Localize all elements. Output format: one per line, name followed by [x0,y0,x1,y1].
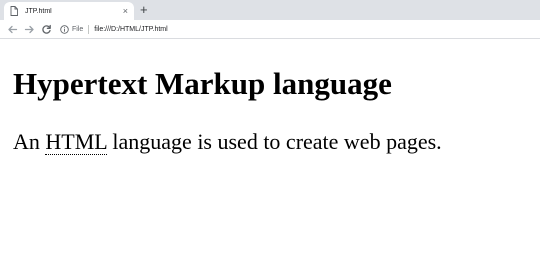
omnibox-divider [88,24,90,34]
reload-button[interactable] [38,21,55,38]
browser-toolbar: File file:///D:/HTML/JTP.html [0,20,540,39]
paragraph-text-after: language is used to create web pages. [106,129,442,154]
page-content: Hypertext Markup language An HTML langua… [0,40,540,265]
tab-title: JTP.html [25,7,52,15]
page-paragraph: An HTML language is used to create web p… [13,129,442,155]
new-tab-button[interactable]: + [140,3,148,17]
address-bar[interactable]: File file:///D:/HTML/JTP.html [60,22,168,37]
tab-strip: JTP.html × + [0,0,540,20]
url-text[interactable]: file:///D:/HTML/JTP.html [94,26,167,33]
info-icon[interactable] [60,24,69,34]
site-info-label: File [72,25,84,33]
browser-tab[interactable]: JTP.html × [4,2,134,20]
page-heading: Hypertext Markup language [13,66,392,101]
document-icon [10,6,18,16]
paragraph-text-before: An [13,129,46,154]
html-abbreviation[interactable]: HTML [45,129,107,155]
forward-arrow-icon [24,25,34,33]
close-tab-icon[interactable]: × [123,6,128,16]
back-arrow-icon [8,25,18,33]
forward-button[interactable] [21,21,38,38]
back-button[interactable] [4,21,21,38]
reload-icon [42,24,51,34]
